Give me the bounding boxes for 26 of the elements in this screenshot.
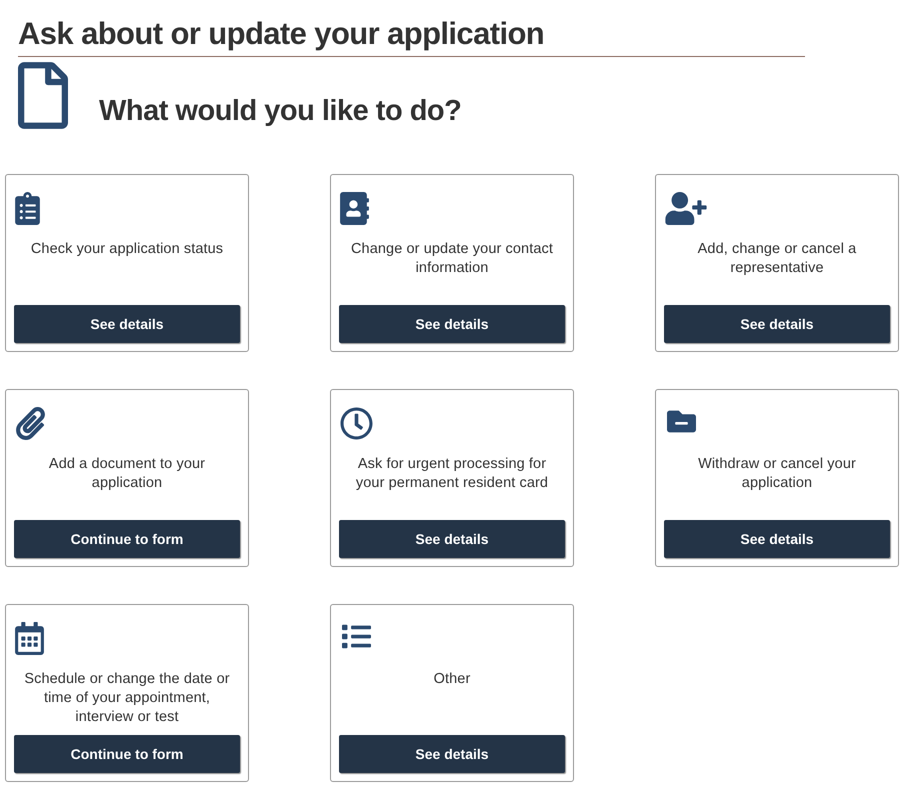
list-icon bbox=[340, 622, 373, 651]
user-plus-icon bbox=[665, 192, 707, 225]
address-book-icon bbox=[340, 192, 369, 225]
action-button[interactable]: See details bbox=[339, 520, 565, 558]
option-description: Ask for urgent processing for your permanent resident card bbox=[354, 455, 550, 493]
option-description: Add, change or cancel a representative bbox=[696, 240, 858, 278]
action-button[interactable]: Continue to form bbox=[14, 735, 240, 773]
option-description: Check your application status bbox=[30, 240, 224, 259]
option-description: Other bbox=[432, 670, 472, 689]
paperclip-icon bbox=[15, 407, 46, 440]
document-icon bbox=[18, 62, 68, 129]
clipboard-list-icon bbox=[15, 192, 40, 225]
clock-icon bbox=[340, 407, 373, 440]
option-description: Add a document to your application bbox=[48, 455, 206, 493]
action-button[interactable]: Continue to form bbox=[14, 520, 240, 558]
action-button[interactable]: See details bbox=[664, 520, 890, 558]
page-subtitle: What would you like to do? bbox=[99, 94, 462, 128]
option-description: Change or update your contact information bbox=[350, 240, 554, 278]
action-button[interactable]: See details bbox=[14, 305, 240, 343]
option-description: Withdraw or cancel your application bbox=[697, 455, 857, 493]
action-button[interactable]: See details bbox=[339, 735, 565, 773]
action-button[interactable]: See details bbox=[664, 305, 890, 343]
option-description: Schedule or change the date or time of your appointment, interview or test bbox=[23, 670, 231, 727]
action-button[interactable]: See details bbox=[339, 305, 565, 343]
page-title: Ask about or update your application bbox=[18, 15, 544, 53]
calendar-icon bbox=[15, 622, 44, 655]
